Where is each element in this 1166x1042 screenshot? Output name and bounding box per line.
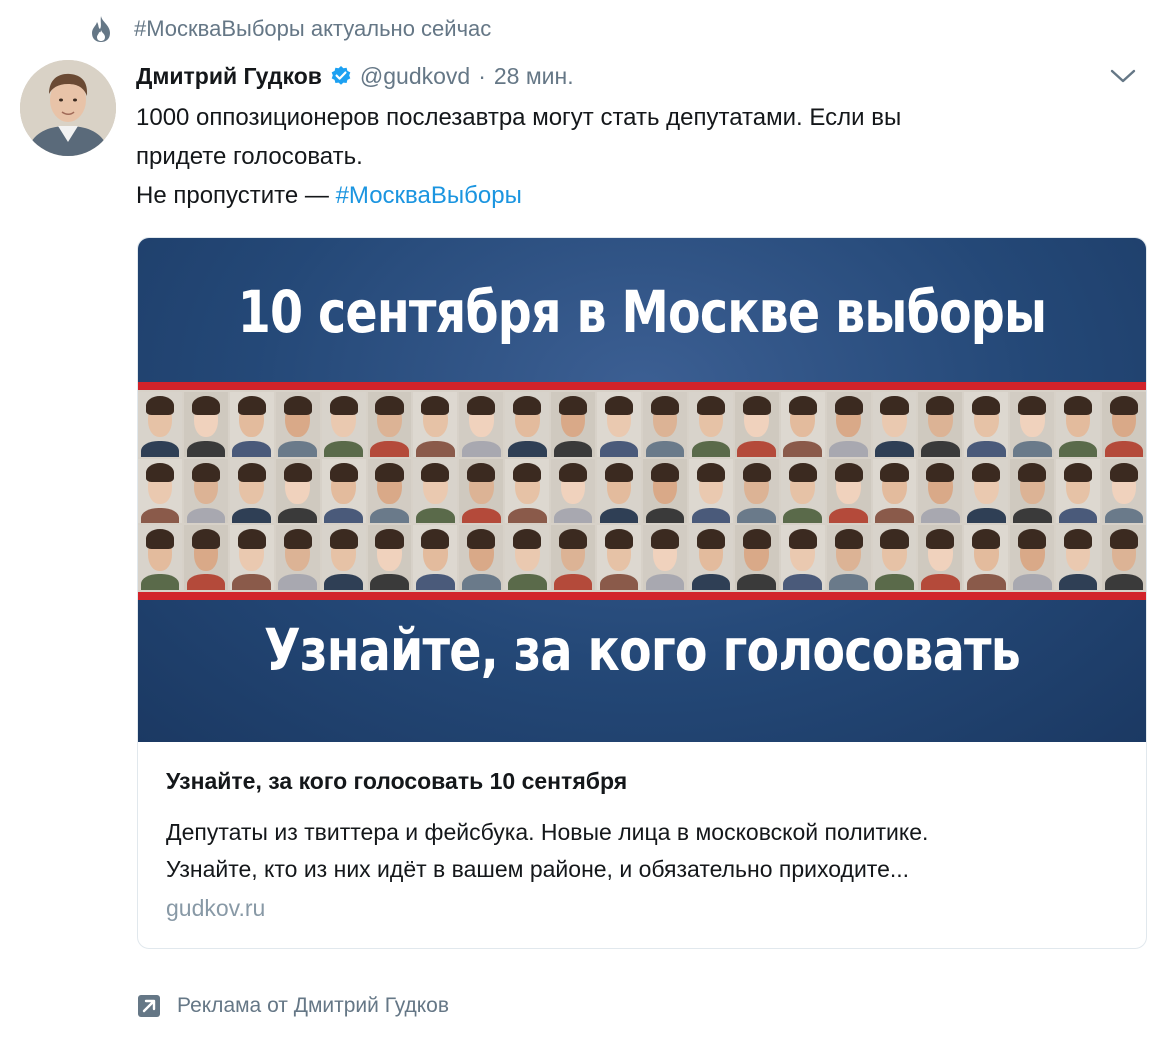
- candidate-photo: [275, 525, 320, 590]
- tweet-text-line: 1000 оппозиционеров послезавтра могут ст…: [136, 104, 902, 131]
- candidate-photo: [229, 392, 274, 457]
- candidate-photo: [138, 392, 182, 457]
- candidate-photo: [321, 525, 366, 590]
- candidate-photo: [964, 392, 1009, 457]
- candidate-photo: [780, 392, 825, 457]
- candidate-photo: [183, 458, 228, 524]
- trend-text[interactable]: #МоскваВыборы актуально сейчас: [134, 16, 491, 42]
- card-description-line: Узнайте, кто из них идёт в вашем районе,…: [166, 856, 910, 882]
- link-card[interactable]: 10 сентября в Москве выборы Узнайте, за …: [137, 237, 1147, 949]
- author-handle[interactable]: @gudkovd: [360, 63, 470, 90]
- chevron-down-icon[interactable]: [1108, 64, 1138, 88]
- candidate-photo: [964, 525, 1009, 590]
- candidate-photo: [321, 392, 366, 457]
- candidate-photo: [551, 392, 596, 457]
- hashtag-link[interactable]: #МоскваВыборы: [336, 182, 522, 209]
- card-image[interactable]: 10 сентября в Москве выборы Узнайте, за …: [138, 238, 1146, 742]
- card-description: Депутаты из твиттера и фейсбука. Новые л…: [166, 814, 1126, 888]
- candidate-photo: [780, 525, 825, 590]
- candidate-photo: [367, 392, 412, 457]
- card-title[interactable]: Узнайте, за кого голосовать 10 сентября: [166, 768, 627, 795]
- candidate-photo: [1102, 392, 1146, 457]
- author-name[interactable]: Дмитрий Гудков: [136, 63, 322, 90]
- separator-dot: ·: [478, 62, 486, 89]
- verified-badge-icon: [330, 65, 352, 87]
- card-domain[interactable]: gudkov.ru: [166, 895, 265, 922]
- card-image-subtitle: Узнайте, за кого голосовать: [264, 616, 1021, 684]
- candidate-photo: [643, 458, 687, 524]
- tweet-text-line: придете голосовать.: [136, 143, 363, 170]
- avatar[interactable]: [20, 60, 116, 156]
- candidate-photo: [1056, 392, 1101, 457]
- candidate-photo: [229, 458, 274, 524]
- candidate-photo: [688, 525, 733, 590]
- candidate-photo: [734, 458, 779, 524]
- candidate-photo: [138, 525, 182, 590]
- candidate-photo: [459, 458, 504, 524]
- candidate-photo: [413, 392, 458, 457]
- candidate-photo: [826, 392, 871, 457]
- candidate-photo: [734, 525, 779, 590]
- candidate-photo: [459, 392, 504, 457]
- candidate-photo: [688, 392, 733, 457]
- candidate-photo: [551, 458, 596, 524]
- candidate-photo: [918, 392, 963, 457]
- candidate-photo: [597, 525, 641, 590]
- candidate-photo: [597, 392, 641, 457]
- candidate-photo: [1102, 458, 1146, 524]
- banner-red-stripe: [138, 382, 1146, 390]
- candidate-photo: [1010, 525, 1055, 590]
- candidate-photo: [1010, 392, 1055, 457]
- candidate-photo: [505, 458, 550, 524]
- candidate-photo: [918, 525, 963, 590]
- tweet-text-line: Не пропустите — #МоскваВыборы: [136, 176, 1116, 215]
- candidate-photo: [597, 458, 641, 524]
- candidate-photo: [1102, 525, 1146, 590]
- candidate-photo: [138, 458, 182, 524]
- candidate-photo: [413, 525, 458, 590]
- candidate-photo: [183, 392, 228, 457]
- candidate-photo: [872, 525, 917, 590]
- trend-context[interactable]: #МоскваВыборы актуально сейчас: [88, 12, 491, 46]
- candidate-photo: [275, 458, 320, 524]
- tweet-timestamp[interactable]: 28 мин.: [494, 63, 574, 90]
- candidate-photo: [505, 525, 550, 590]
- candidate-photo: [413, 458, 458, 524]
- candidate-photo: [964, 458, 1009, 524]
- candidate-photo: [872, 458, 917, 524]
- candidate-photo: [872, 392, 917, 457]
- candidate-photo: [1056, 458, 1101, 524]
- candidate-photo: [826, 458, 871, 524]
- candidate-photo: [918, 458, 963, 524]
- candidate-photo: [229, 525, 274, 590]
- candidate-photo: [734, 392, 779, 457]
- candidate-photo: [321, 458, 366, 524]
- faces-collage: [138, 390, 1146, 592]
- candidate-photo: [551, 525, 596, 590]
- candidate-photo: [688, 458, 733, 524]
- candidate-photo: [505, 392, 550, 457]
- candidate-photo: [367, 458, 412, 524]
- candidate-photo: [643, 525, 687, 590]
- card-description-line: Депутаты из твиттера и фейсбука. Новые л…: [166, 819, 929, 845]
- candidate-photo: [780, 458, 825, 524]
- banner-red-stripe: [138, 592, 1146, 600]
- tweet-text-prefix: Не пропустите —: [136, 182, 336, 209]
- tweet-header: Дмитрий Гудков @gudkovd · 28 мин.: [136, 56, 1146, 96]
- candidate-photo: [367, 525, 412, 590]
- tweet-page: #МоскваВыборы актуально сейчас Дмитрий Г…: [0, 0, 1166, 1042]
- candidate-photo: [643, 392, 687, 457]
- candidate-photo: [275, 392, 320, 457]
- promoted-text: Реклама от Дмитрий Гудков: [177, 994, 450, 1017]
- tweet-text: 1000 оппозиционеров послезавтра могут ст…: [136, 98, 1116, 215]
- card-image-title: 10 сентября в Москве выборы: [237, 278, 1047, 346]
- promoted-label[interactable]: Реклама от Дмитрий Гудков: [137, 990, 449, 1022]
- candidate-photo: [1056, 525, 1101, 590]
- promoted-arrow-icon: [137, 994, 161, 1018]
- candidate-photo: [826, 525, 871, 590]
- candidate-photo: [1010, 458, 1055, 524]
- flame-icon: [88, 14, 114, 44]
- candidate-photo: [459, 525, 504, 590]
- candidate-photo: [183, 525, 228, 590]
